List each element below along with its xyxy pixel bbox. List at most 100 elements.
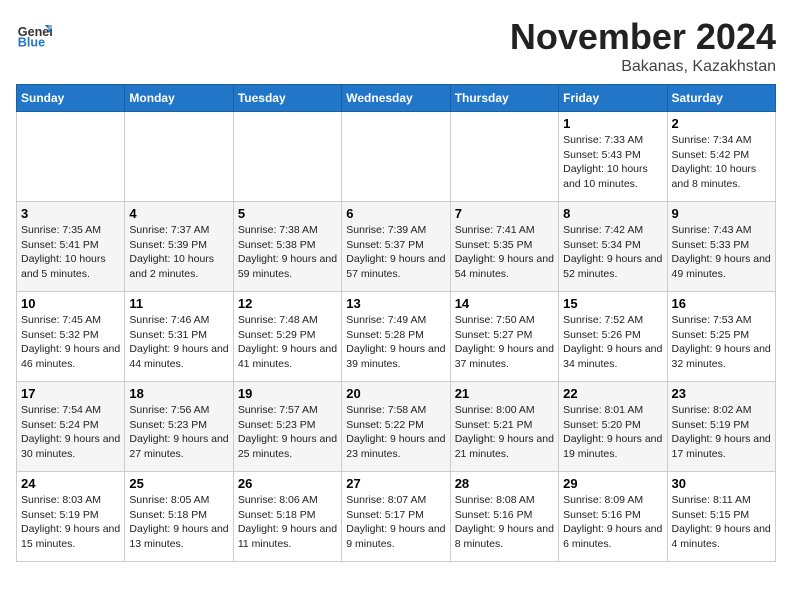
day-info: Sunrise: 8:00 AM Sunset: 5:21 PM Dayligh…	[455, 403, 554, 462]
calendar-cell-6: 6 Sunrise: 7:39 AM Sunset: 5:37 PM Daylig…	[342, 202, 450, 292]
day-number: 7	[455, 206, 554, 221]
calendar-cell-8: 8 Sunrise: 7:42 AM Sunset: 5:34 PM Daylig…	[559, 202, 667, 292]
calendar-cell-22: 22 Sunrise: 8:01 AM Sunset: 5:20 PM Dayli…	[559, 382, 667, 472]
day-info: Sunrise: 7:54 AM Sunset: 5:24 PM Dayligh…	[21, 403, 120, 462]
day-info: Sunrise: 7:35 AM Sunset: 5:41 PM Dayligh…	[21, 223, 120, 282]
day-info: Sunrise: 7:48 AM Sunset: 5:29 PM Dayligh…	[238, 313, 337, 372]
calendar-cell-27: 27 Sunrise: 8:07 AM Sunset: 5:17 PM Dayli…	[342, 472, 450, 562]
calendar-week-3: 10Sunrise: 7:45 AM Sunset: 5:32 PM Dayli…	[17, 292, 776, 382]
calendar-cell-12: 12 Sunrise: 7:48 AM Sunset: 5:29 PM Dayli…	[233, 292, 341, 382]
day-info: Sunrise: 7:42 AM Sunset: 5:34 PM Dayligh…	[563, 223, 662, 282]
weekday-header-tuesday: Tuesday	[233, 85, 341, 112]
day-info: Sunrise: 8:08 AM Sunset: 5:16 PM Dayligh…	[455, 493, 554, 552]
day-number: 6	[346, 206, 445, 221]
day-info: Sunrise: 7:43 AM Sunset: 5:33 PM Dayligh…	[672, 223, 771, 282]
weekday-header-friday: Friday	[559, 85, 667, 112]
title-area: November 2024 Bakanas, Kazakhstan	[510, 16, 776, 76]
day-info: Sunrise: 7:38 AM Sunset: 5:38 PM Dayligh…	[238, 223, 337, 282]
calendar-cell-3: 3Sunrise: 7:35 AM Sunset: 5:41 PM Daylig…	[17, 202, 125, 292]
day-number: 16	[672, 296, 771, 311]
day-info: Sunrise: 8:07 AM Sunset: 5:17 PM Dayligh…	[346, 493, 445, 552]
calendar-cell-11: 11Sunrise: 7:46 AM Sunset: 5:31 PM Dayli…	[125, 292, 233, 382]
calendar-cell-25: 25 Sunrise: 8:05 AM Sunset: 5:18 PM Dayli…	[125, 472, 233, 562]
day-info: Sunrise: 8:09 AM Sunset: 5:16 PM Dayligh…	[563, 493, 662, 552]
calendar-cell-21: 21 Sunrise: 8:00 AM Sunset: 5:21 PM Dayli…	[450, 382, 558, 472]
calendar-cell-empty	[125, 112, 233, 202]
calendar-cell-18: 18 Sunrise: 7:56 AM Sunset: 5:23 PM Dayli…	[125, 382, 233, 472]
day-number: 21	[455, 386, 554, 401]
calendar-cell-23: 23Sunrise: 8:02 AM Sunset: 5:19 PM Dayli…	[667, 382, 775, 472]
day-info: Sunrise: 7:33 AM Sunset: 5:43 PM Dayligh…	[563, 133, 662, 192]
day-number: 26	[238, 476, 337, 491]
day-number: 9	[672, 206, 771, 221]
day-info: Sunrise: 7:57 AM Sunset: 5:23 PM Dayligh…	[238, 403, 337, 462]
weekday-header-row: SundayMondayTuesdayWednesdayThursdayFrid…	[17, 85, 776, 112]
calendar-cell-4: 4 Sunrise: 7:37 AM Sunset: 5:39 PM Daylig…	[125, 202, 233, 292]
day-info: Sunrise: 7:56 AM Sunset: 5:23 PM Dayligh…	[129, 403, 228, 462]
day-info: Sunrise: 8:11 AM Sunset: 5:15 PM Dayligh…	[672, 493, 771, 552]
day-number: 12	[238, 296, 337, 311]
day-info: Sunrise: 7:58 AM Sunset: 5:22 PM Dayligh…	[346, 403, 445, 462]
day-number: 1	[563, 116, 662, 131]
day-info: Sunrise: 7:53 AM Sunset: 5:25 PM Dayligh…	[672, 313, 771, 372]
month-title: November 2024	[510, 16, 776, 58]
calendar-cell-24: 24 Sunrise: 8:03 AM Sunset: 5:19 PM Dayli…	[17, 472, 125, 562]
day-number: 28	[455, 476, 554, 491]
day-number: 29	[563, 476, 662, 491]
weekday-header-wednesday: Wednesday	[342, 85, 450, 112]
weekday-header-sunday: Sunday	[17, 85, 125, 112]
logo-icon: General Blue	[16, 16, 52, 52]
day-number: 18	[129, 386, 228, 401]
calendar-cell-17: 17 Sunrise: 7:54 AM Sunset: 5:24 PM Dayli…	[17, 382, 125, 472]
calendar-cell-9: 9 Sunrise: 7:43 AM Sunset: 5:33 PM Daylig…	[667, 202, 775, 292]
day-info: Sunrise: 7:46 AM Sunset: 5:31 PM Dayligh…	[129, 313, 228, 372]
logo: General Blue	[16, 16, 52, 52]
calendar-cell-15: 15 Sunrise: 7:52 AM Sunset: 5:26 PM Dayli…	[559, 292, 667, 382]
calendar-cell-2: 2 Sunrise: 7:34 AM Sunset: 5:42 PM Daylig…	[667, 112, 775, 202]
day-number: 25	[129, 476, 228, 491]
calendar-cell-empty	[233, 112, 341, 202]
calendar-cell-empty	[17, 112, 125, 202]
day-number: 15	[563, 296, 662, 311]
calendar-cell-14: 14Sunrise: 7:50 AM Sunset: 5:27 PM Dayli…	[450, 292, 558, 382]
day-number: 27	[346, 476, 445, 491]
day-number: 30	[672, 476, 771, 491]
day-number: 23	[672, 386, 771, 401]
day-info: Sunrise: 8:01 AM Sunset: 5:20 PM Dayligh…	[563, 403, 662, 462]
calendar-cell-5: 5 Sunrise: 7:38 AM Sunset: 5:38 PM Daylig…	[233, 202, 341, 292]
day-info: Sunrise: 7:52 AM Sunset: 5:26 PM Dayligh…	[563, 313, 662, 372]
day-number: 17	[21, 386, 120, 401]
weekday-header-monday: Monday	[125, 85, 233, 112]
calendar-week-2: 3Sunrise: 7:35 AM Sunset: 5:41 PM Daylig…	[17, 202, 776, 292]
day-number: 20	[346, 386, 445, 401]
day-info: Sunrise: 7:50 AM Sunset: 5:27 PM Dayligh…	[455, 313, 554, 372]
weekday-header-saturday: Saturday	[667, 85, 775, 112]
calendar-cell-16: 16 Sunrise: 7:53 AM Sunset: 5:25 PM Dayli…	[667, 292, 775, 382]
svg-text:Blue: Blue	[18, 36, 45, 50]
calendar-cell-13: 13 Sunrise: 7:49 AM Sunset: 5:28 PM Dayli…	[342, 292, 450, 382]
weekday-header-thursday: Thursday	[450, 85, 558, 112]
day-info: Sunrise: 8:03 AM Sunset: 5:19 PM Dayligh…	[21, 493, 120, 552]
calendar-week-1: 1 Sunrise: 7:33 AM Sunset: 5:43 PM Daylig…	[17, 112, 776, 202]
day-info: Sunrise: 8:05 AM Sunset: 5:18 PM Dayligh…	[129, 493, 228, 552]
day-info: Sunrise: 7:39 AM Sunset: 5:37 PM Dayligh…	[346, 223, 445, 282]
day-info: Sunrise: 7:34 AM Sunset: 5:42 PM Dayligh…	[672, 133, 771, 192]
day-info: Sunrise: 7:37 AM Sunset: 5:39 PM Dayligh…	[129, 223, 228, 282]
day-number: 22	[563, 386, 662, 401]
day-number: 5	[238, 206, 337, 221]
day-number: 19	[238, 386, 337, 401]
day-info: Sunrise: 7:49 AM Sunset: 5:28 PM Dayligh…	[346, 313, 445, 372]
calendar-cell-19: 19 Sunrise: 7:57 AM Sunset: 5:23 PM Dayli…	[233, 382, 341, 472]
day-number: 2	[672, 116, 771, 131]
calendar-cell-empty	[342, 112, 450, 202]
day-number: 13	[346, 296, 445, 311]
calendar-cell-20: 20 Sunrise: 7:58 AM Sunset: 5:22 PM Dayli…	[342, 382, 450, 472]
day-info: Sunrise: 8:06 AM Sunset: 5:18 PM Dayligh…	[238, 493, 337, 552]
calendar-week-5: 24 Sunrise: 8:03 AM Sunset: 5:19 PM Dayli…	[17, 472, 776, 562]
day-number: 8	[563, 206, 662, 221]
day-number: 24	[21, 476, 120, 491]
calendar-cell-10: 10Sunrise: 7:45 AM Sunset: 5:32 PM Dayli…	[17, 292, 125, 382]
page-header: General Blue November 2024 Bakanas, Kaza…	[16, 16, 776, 76]
day-number: 4	[129, 206, 228, 221]
calendar-table: SundayMondayTuesdayWednesdayThursdayFrid…	[16, 84, 776, 562]
